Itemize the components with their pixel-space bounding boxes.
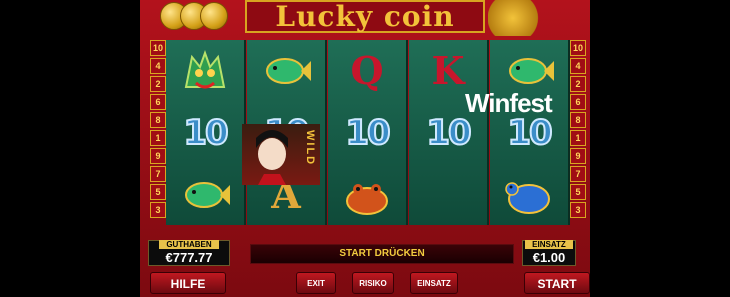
bet-value: €1.00 [532,250,566,265]
payline-number[interactable]: 8 [150,112,166,128]
payline-number[interactable]: 10 [150,40,166,56]
reel-5: 10 [490,40,570,225]
payline-number[interactable]: 3 [150,202,166,218]
payline-number[interactable]: 8 [570,112,586,128]
bet-label: EINSATZ [525,240,573,249]
payline-number[interactable]: 2 [150,76,166,92]
reel-area: 10 10 A Q 10 K 10 10 [166,40,570,225]
payline-number[interactable]: 5 [570,184,586,200]
reel-1: 10 [166,40,246,225]
exit-button[interactable]: EXIT [296,272,336,294]
payline-number[interactable]: 1 [570,130,586,146]
queen-symbol: Q [350,48,384,93]
coin-icon [200,2,228,30]
coins-decoration [148,2,238,30]
bet-panel: EINSATZ €1.00 [522,240,576,266]
payline-number[interactable]: 3 [570,202,586,218]
turtle-icon [490,164,568,225]
payline-number[interactable]: 2 [570,76,586,92]
ten-symbol: 10 [344,112,391,154]
payline-number[interactable]: 5 [150,184,166,200]
payline-number[interactable]: 6 [570,94,586,110]
payline-number[interactable]: 7 [150,166,166,182]
wild-label: WILD [304,130,316,167]
fish-icon [247,40,325,101]
fish-icon [166,164,244,225]
balance-value: €777.77 [165,250,213,265]
start-button[interactable]: START [524,272,590,294]
balance-panel: GUTHABEN €777.77 [148,240,230,266]
toad-icon [328,164,406,225]
ten-symbol: 10 [182,112,229,154]
payline-number[interactable]: 1 [150,130,166,146]
payline-number[interactable]: 4 [570,58,586,74]
game-title: Lucky coin [275,0,455,33]
risk-button[interactable]: RISIKO [352,272,394,294]
reel-4: K 10 [409,40,489,225]
wild-symbol: WILD [242,124,320,185]
payline-number[interactable]: 9 [570,148,586,164]
winfest-watermark: Winfest [465,88,553,119]
payline-number[interactable]: 4 [150,58,166,74]
dragon-decoration-icon [488,0,550,36]
payline-number[interactable]: 9 [150,148,166,164]
payline-number[interactable]: 7 [570,166,586,182]
game-logo: Lucky coin [245,0,485,33]
reel-3: Q 10 [328,40,408,225]
payline-number[interactable]: 6 [150,94,166,110]
watermark-text: Winfest [465,88,553,118]
help-button[interactable]: HILFE [150,272,226,294]
balance-label: GUTHABEN [159,240,219,249]
status-message: START DRÜCKEN [250,244,514,264]
dragon-icon [166,40,244,101]
payline-number[interactable]: 10 [570,40,586,56]
payline-strip-right: 10 4 2 6 8 1 9 7 5 3 [570,38,586,223]
payline-strip-left: 10 4 2 6 8 1 9 7 5 3 [150,38,166,223]
stake-button[interactable]: EINSATZ [410,272,458,294]
